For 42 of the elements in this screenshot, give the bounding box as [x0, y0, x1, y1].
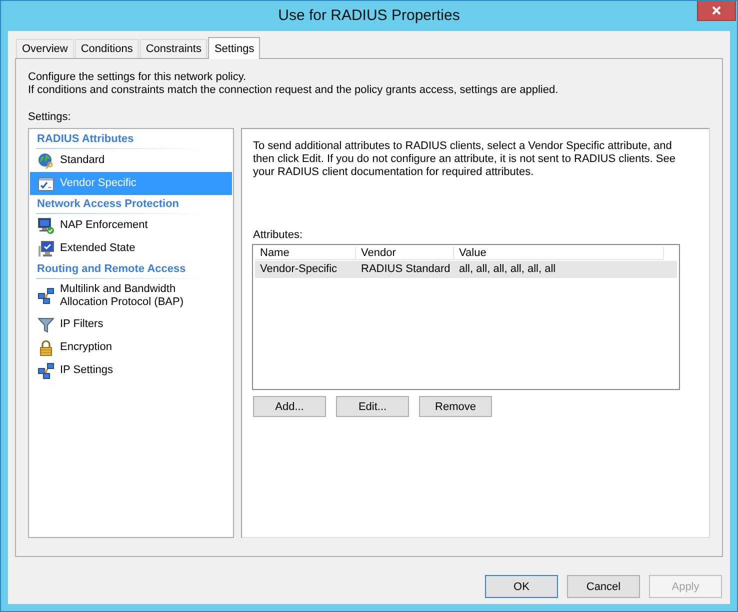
action-button[interactable]: Remove — [419, 396, 492, 417]
tab[interactable]: Overview — [16, 39, 74, 58]
list-item[interactable]: Multilink and Bandwidth Allocation Protocol (BAP) — [30, 279, 232, 313]
close-icon — [712, 6, 721, 15]
group-heading: RADIUS Attributes — [36, 132, 135, 147]
table-cell-text: Vendor-Specific — [259, 262, 338, 277]
network-icon — [38, 362, 54, 378]
close-button[interactable] — [697, 1, 736, 21]
dialog-button[interactable]: Cancel — [567, 575, 640, 598]
column-header[interactable]: Vendor — [356, 247, 454, 260]
list-item[interactable]: Extended State — [30, 237, 232, 260]
window-title: Use for RADIUS Properties — [278, 6, 460, 26]
tab[interactable]: Settings — [208, 37, 260, 59]
monitor-check-icon — [38, 218, 54, 234]
group-heading: Network Access Protection — [36, 197, 180, 212]
list-item[interactable]: IP Settings — [30, 359, 232, 382]
description-text: If conditions and constraints match the connection request and the policy grants access, settings are applied. — [28, 84, 560, 97]
group-heading: Routing and Remote Access — [36, 262, 187, 277]
list-item[interactable]: IP Filters — [30, 313, 232, 336]
action-button[interactable]: Edit... — [336, 396, 409, 417]
settings-label: Settings: — [28, 111, 71, 123]
network-icon — [38, 288, 54, 304]
column-header[interactable]: Value — [454, 247, 664, 260]
tab[interactable]: Constraints — [140, 39, 208, 58]
padlock-icon — [38, 340, 54, 356]
table-cell-text: all, all, all, all, all, all — [458, 262, 557, 277]
attributes-label: Attributes: — [253, 229, 303, 242]
description-text: To send additional attributes to RADIUS clients, select a Vendor Specific attribute, and then click Edit. If you do not configure an attribute, it is not sent to RADIUS clients. See your RADIUS client documentation for required attributes. — [253, 140, 676, 179]
funnel-icon — [38, 316, 54, 332]
globe-key-icon — [38, 152, 54, 168]
list-item[interactable]: NAP Enforcement — [30, 214, 232, 237]
monitor-check-icon — [38, 240, 54, 256]
action-button[interactable]: Add... — [253, 396, 326, 417]
description-text: Configure the settings for this network policy. — [28, 71, 248, 84]
list-item[interactable]: Standard — [30, 149, 232, 172]
list-item[interactable]: Encryption — [30, 336, 232, 359]
table-row[interactable]: Vendor-Specific RADIUS Standard all, all, all, all, all, all — [255, 261, 677, 278]
window-check-icon — [38, 176, 54, 192]
dialog-button[interactable]: OK — [485, 575, 558, 598]
column-header[interactable]: Name — [255, 247, 356, 260]
tab[interactable]: Conditions — [74, 39, 139, 58]
table-cell-text: RADIUS Standard — [360, 262, 452, 277]
